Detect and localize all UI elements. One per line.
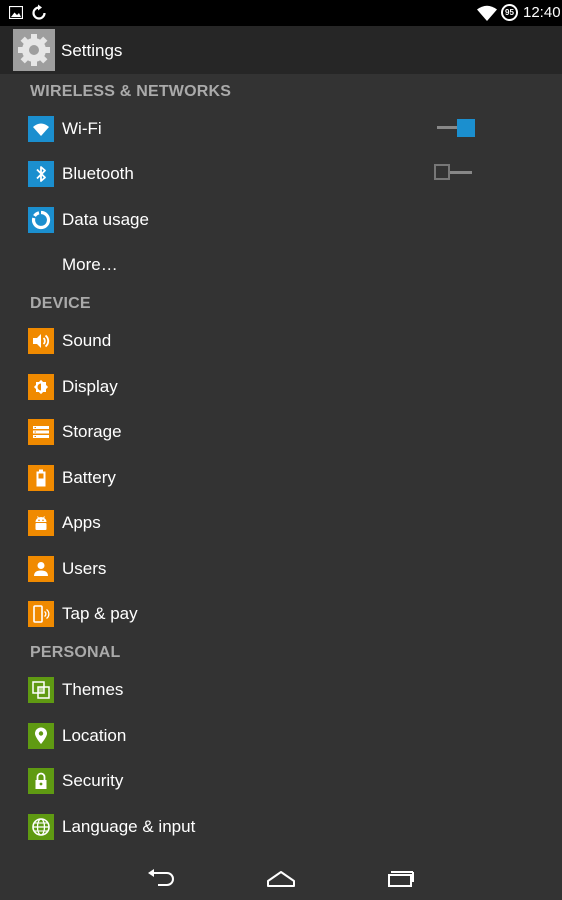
settings-item-label: Storage — [62, 422, 122, 441]
settings-item-label: Apps — [62, 513, 101, 532]
settings-item-label: Language & input — [62, 817, 196, 836]
settings-item-sound[interactable]: Sound — [0, 319, 562, 363]
settings-item-wifi[interactable]: Wi-Fi — [0, 107, 562, 151]
settings-item-label: Security — [62, 771, 124, 790]
status-bar: 95 12:40 — [0, 0, 562, 26]
settings-item-label: More… — [62, 255, 118, 274]
sound-icon — [28, 328, 54, 354]
settings-item-label: Themes — [62, 680, 124, 699]
lock-icon — [28, 768, 54, 794]
battery-icon — [28, 465, 54, 491]
settings-item-security[interactable]: Security — [0, 759, 562, 803]
navigation-bar — [0, 852, 562, 900]
globe-icon — [28, 814, 54, 840]
settings-item-apps[interactable]: Apps — [0, 501, 562, 545]
section-header-wireless: WIRELESS & NETWORKS — [30, 83, 232, 100]
settings-item-users[interactable]: Users — [0, 547, 562, 591]
location-pin-icon — [28, 723, 54, 749]
tap-and-pay-icon — [28, 601, 54, 627]
back-icon[interactable] — [146, 868, 176, 888]
themes-icon — [28, 677, 54, 703]
recent-apps-icon[interactable] — [387, 870, 415, 888]
settings-item-storage[interactable]: Storage — [0, 410, 562, 454]
sync-notification-icon — [32, 4, 46, 20]
settings-item-label: Tap & pay — [62, 604, 138, 623]
settings-item-data-usage[interactable]: Data usage — [0, 198, 562, 242]
wifi-toggle-switch[interactable] — [437, 118, 477, 138]
action-bar-title: Settings — [61, 41, 123, 60]
user-icon — [28, 556, 54, 582]
settings-item-label: Display — [62, 377, 118, 396]
battery-indicator: 95 — [501, 4, 518, 21]
wifi-icon — [28, 116, 54, 142]
wifi-signal-icon — [477, 5, 497, 21]
settings-item-label: Battery — [62, 468, 116, 487]
action-bar: Settings — [0, 26, 562, 74]
settings-item-label: Users — [62, 559, 107, 578]
android-apps-icon — [28, 510, 54, 536]
storage-icon — [28, 419, 54, 445]
section-header-personal: PERSONAL — [30, 644, 121, 661]
settings-item-display[interactable]: Display — [0, 365, 562, 409]
bluetooth-toggle-switch[interactable] — [433, 163, 473, 183]
settings-item-language[interactable]: Language & input — [0, 805, 562, 849]
settings-app-icon[interactable] — [13, 29, 55, 71]
display-icon — [28, 374, 54, 400]
settings-item-bluetooth[interactable]: Bluetooth — [0, 152, 562, 196]
gear-icon — [18, 34, 50, 66]
settings-item-battery[interactable]: Battery — [0, 456, 562, 500]
settings-item-themes[interactable]: Themes — [0, 668, 562, 712]
settings-item-label: Bluetooth — [62, 164, 134, 183]
data-usage-icon — [28, 207, 54, 233]
image-notification-icon — [9, 6, 23, 19]
settings-item-label: Location — [62, 726, 127, 745]
settings-item-location[interactable]: Location — [0, 714, 562, 758]
status-time: 12:40 — [523, 4, 561, 21]
battery-level-text: 95 — [505, 8, 514, 17]
home-icon[interactable] — [266, 870, 296, 888]
bluetooth-icon — [28, 161, 54, 187]
settings-item-label: Wi-Fi — [62, 119, 102, 138]
settings-item-more[interactable]: More… — [0, 243, 562, 287]
settings-item-label: Data usage — [62, 210, 149, 229]
settings-item-label: Sound — [62, 331, 112, 350]
section-header-device: DEVICE — [30, 295, 91, 312]
settings-item-tap-pay[interactable]: Tap & pay — [0, 592, 562, 636]
